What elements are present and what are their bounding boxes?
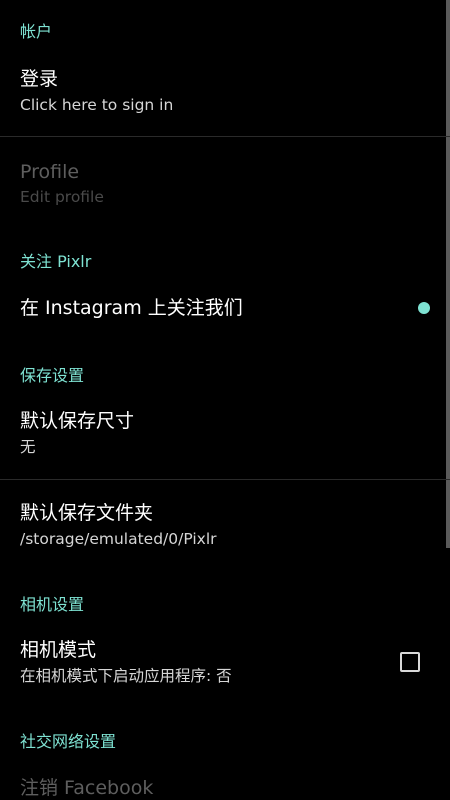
instagram-follow-preference[interactable]: 在 Instagram 上关注我们: [0, 282, 450, 338]
section-header-account: 帐户: [20, 22, 53, 41]
section-header-social: 社交网络设置: [20, 732, 117, 751]
divider: [0, 136, 450, 137]
camera-mode-title: 相机模式: [20, 639, 97, 661]
section-header-save: 保存设置: [20, 366, 85, 385]
save-folder-summary: /storage/emulated/0/Pixlr: [20, 530, 217, 548]
camera-mode-summary: 在相机模式下启动应用程序: 否: [20, 667, 232, 685]
save-size-title: 默认保存尺寸: [20, 410, 135, 432]
section-header-camera: 相机设置: [20, 595, 85, 614]
profile-title: Profile: [20, 161, 80, 183]
login-summary: Click here to sign in: [20, 96, 174, 114]
dot-icon: [418, 302, 430, 314]
section-header-follow: 关注 Pixlr: [20, 252, 92, 271]
profile-preference: Profile Edit profile: [0, 150, 450, 220]
login-preference[interactable]: 登录 Click here to sign in: [0, 58, 450, 136]
facebook-logout-preference: 注销 Facebook: [0, 766, 450, 800]
camera-mode-preference[interactable]: 相机模式 在相机模式下启动应用程序: 否: [0, 628, 450, 708]
camera-mode-checkbox[interactable]: [400, 652, 420, 672]
save-size-summary: 无: [20, 438, 36, 456]
save-folder-preference[interactable]: 默认保存文件夹 /storage/emulated/0/Pixlr: [0, 490, 450, 570]
save-size-preference[interactable]: 默认保存尺寸 无: [0, 398, 450, 478]
facebook-logout-title: 注销 Facebook: [20, 777, 154, 799]
divider: [0, 479, 450, 480]
settings-screen: 帐户 登录 Click here to sign in Profile Edit…: [0, 0, 450, 800]
instagram-follow-title: 在 Instagram 上关注我们: [20, 297, 243, 319]
profile-summary: Edit profile: [20, 188, 104, 206]
login-title: 登录: [20, 68, 59, 90]
save-folder-title: 默认保存文件夹: [20, 502, 154, 524]
